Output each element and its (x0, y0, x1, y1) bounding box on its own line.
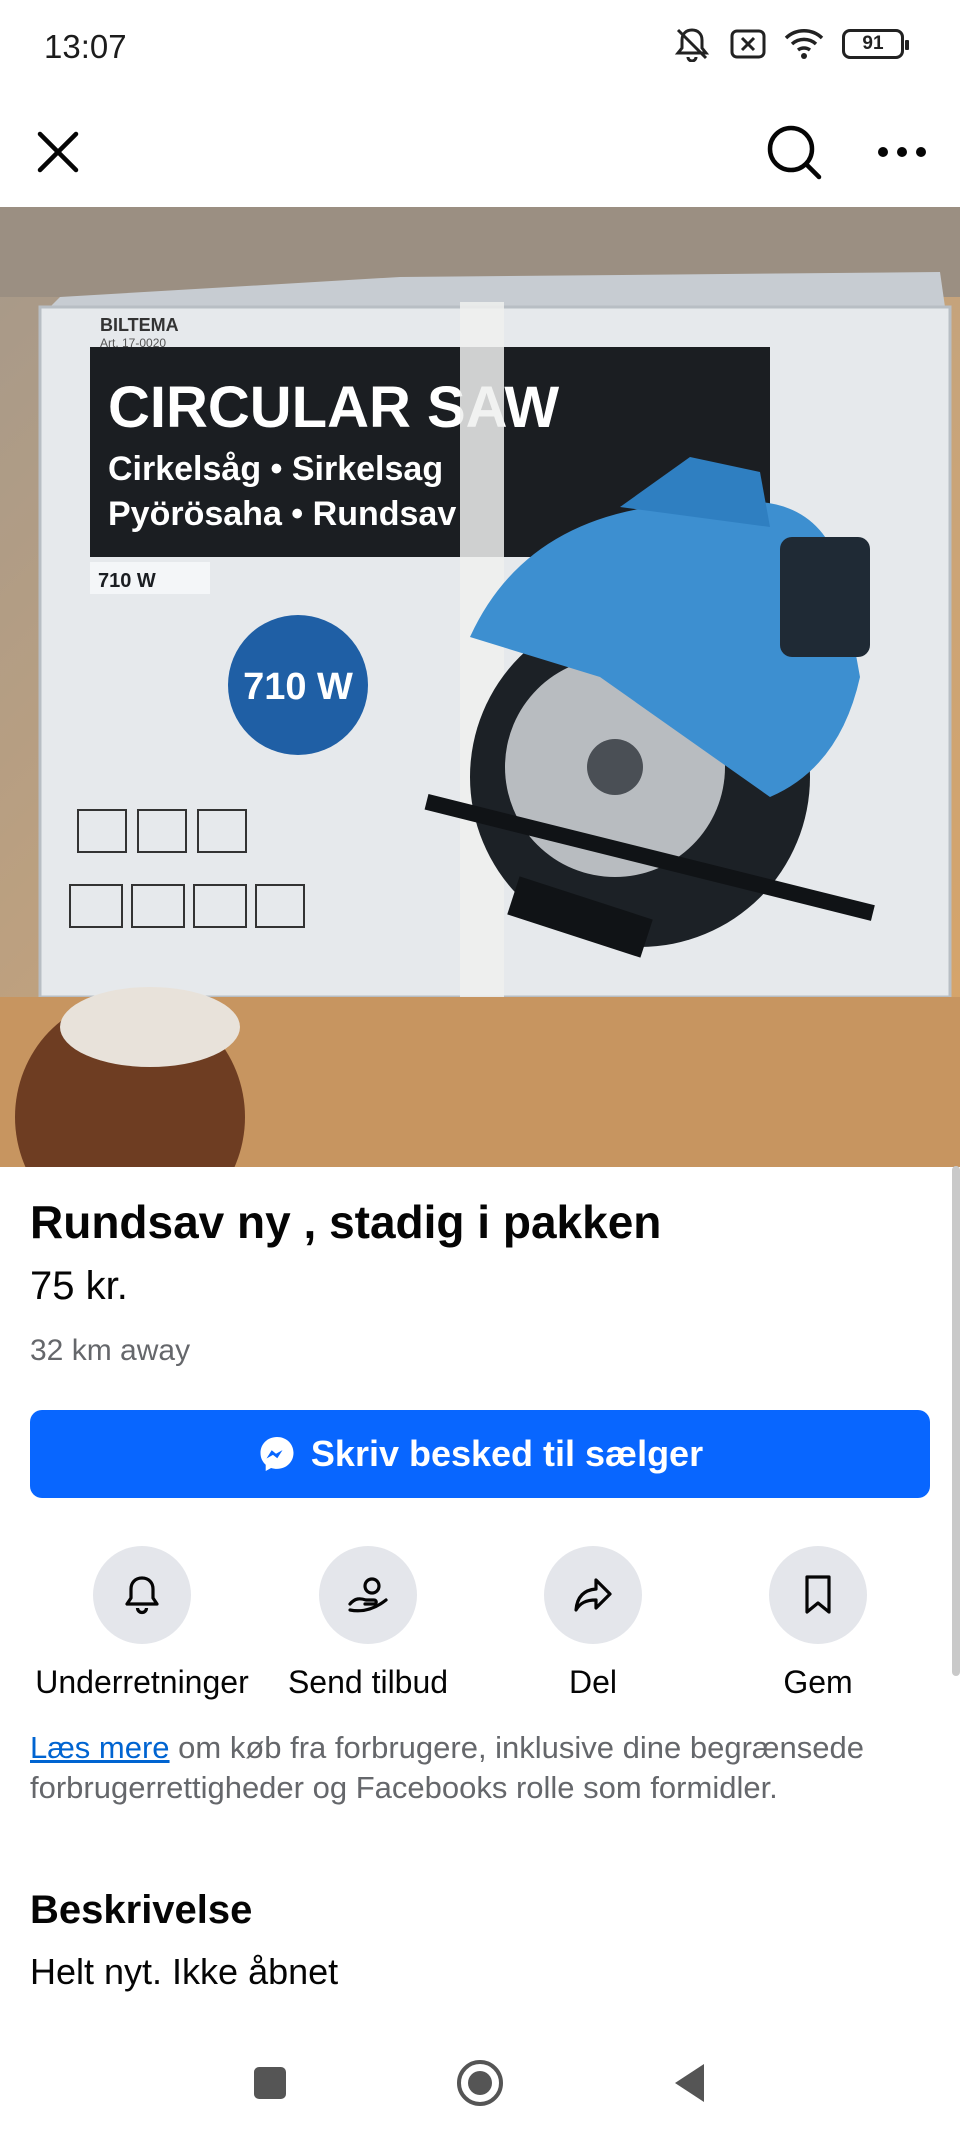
listing-title: Rundsav ny , stadig i pakken (30, 1196, 662, 1248)
read-more-link[interactable]: Læs mere (30, 1730, 170, 1765)
listing-price: 75 kr. (30, 1264, 128, 1308)
back-button[interactable] (655, 2048, 725, 2118)
status-time: 13:07 (44, 28, 127, 65)
offer-icon (348, 1577, 388, 1613)
notifications-button[interactable] (93, 1546, 191, 1644)
recents-icon (254, 2067, 286, 2099)
battery-icon: 91 (842, 29, 909, 59)
box-line-2: Cirkelsåg • Sirkelsag (108, 450, 443, 488)
send-offer-action[interactable]: Send tilbud (255, 1546, 481, 1701)
message-seller-label: Skriv besked til sælger (310, 1433, 704, 1474)
mute-icon (672, 26, 712, 62)
search-icon (767, 125, 822, 180)
share-action[interactable]: Del (480, 1546, 706, 1701)
listing-distance: 32 km away (30, 1334, 191, 1367)
more-options-button[interactable] (868, 118, 936, 186)
notifications-label: Underretninger (35, 1664, 249, 1700)
action-row: Underretninger Send tilbud Del Gem (0, 1546, 960, 1706)
wifi-icon (784, 28, 824, 60)
home-icon (457, 2060, 503, 2106)
status-bar: 13:07 91 (0, 0, 960, 96)
bell-icon (125, 1576, 159, 1615)
share-label: Del (568, 1664, 617, 1700)
description-heading: Beskrivelse (30, 1888, 253, 1932)
save-label: Gem (783, 1664, 853, 1700)
box-article: Art. 17-0020 (100, 336, 166, 350)
description-text: Helt nyt. Ikke åbnet (30, 1951, 339, 1992)
box-line-3: Pyörösaha • Rundsav (108, 495, 456, 533)
send-offer-button[interactable] (319, 1546, 417, 1644)
more-icon (878, 147, 926, 157)
close-button[interactable] (24, 118, 92, 186)
search-button[interactable] (760, 118, 828, 186)
save-button[interactable] (769, 1546, 867, 1644)
share-icon (574, 1578, 612, 1612)
top-app-bar (0, 96, 960, 208)
box-brand: BILTEMA (100, 315, 179, 335)
sim-off-icon (730, 29, 766, 59)
send-offer-label: Send tilbud (287, 1664, 449, 1700)
notifications-action[interactable]: Underretninger (29, 1546, 255, 1701)
box-watt-small: 710 W (98, 570, 156, 592)
recents-button[interactable] (235, 2048, 305, 2118)
status-icons: 91 (672, 26, 909, 62)
back-icon (675, 2064, 704, 2102)
home-button[interactable] (445, 2048, 515, 2118)
consumer-rights-info: Læs mere om køb fra forbrugere, inklusiv… (30, 1728, 910, 1808)
share-button[interactable] (544, 1546, 642, 1644)
close-icon (37, 131, 79, 173)
message-seller-button[interactable]: Skriv besked til sælger (30, 1410, 930, 1498)
system-nav-bar (0, 2030, 960, 2133)
bookmark-icon (805, 1575, 831, 1614)
box-watt-badge: 710 W (243, 666, 353, 708)
save-action[interactable]: Gem (705, 1546, 931, 1701)
messenger-icon (260, 1437, 294, 1471)
product-photo[interactable]: BILTEMA Art. 17-0020 CIRCULAR SAW Cirkel… (0, 207, 960, 1167)
